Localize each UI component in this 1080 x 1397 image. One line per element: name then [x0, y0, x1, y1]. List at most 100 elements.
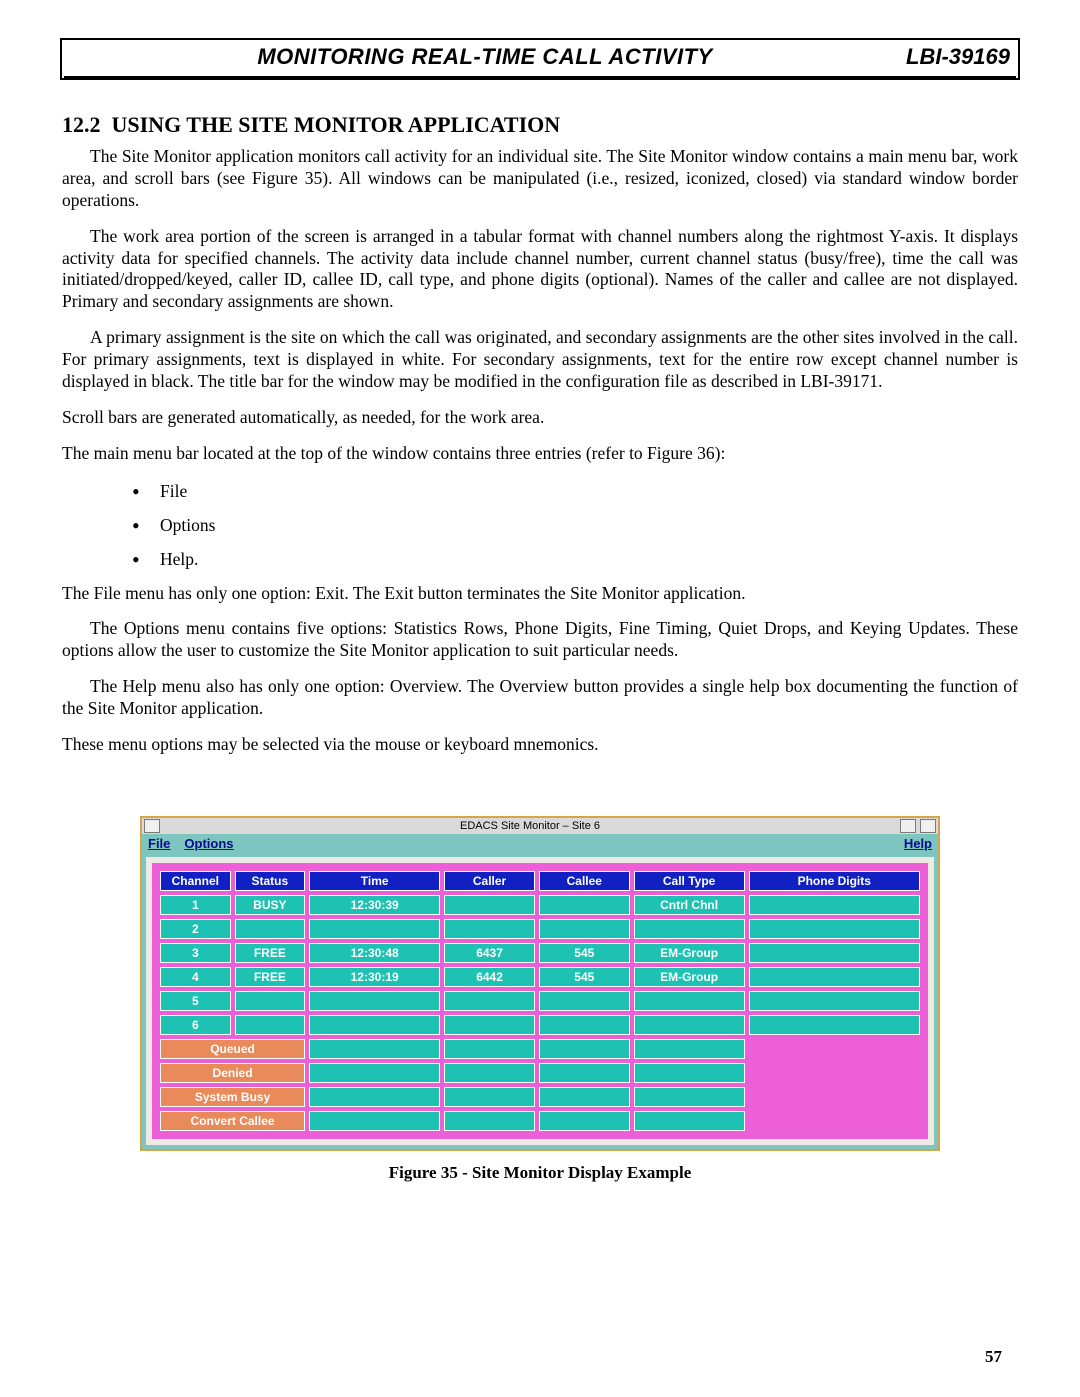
cell-status: [235, 919, 306, 939]
table-row[interactable]: 6: [160, 1015, 920, 1035]
status-blank: [749, 1111, 920, 1131]
titlebar[interactable]: EDACS Site Monitor – Site 6: [142, 818, 938, 834]
status-cell: [539, 1087, 630, 1107]
section-title: USING THE SITE MONITOR APPLICATION: [112, 112, 561, 137]
cell-type: [634, 1015, 745, 1035]
col-channel[interactable]: Channel: [160, 871, 231, 891]
titlebar-text: EDACS Site Monitor – Site 6: [162, 820, 898, 832]
status-label: Convert Callee: [160, 1111, 305, 1131]
cell-time: [309, 991, 440, 1011]
header-doc-id: LBI-39169: [906, 44, 1016, 70]
list-item: File: [132, 479, 1018, 505]
cell-time: 12:30:39: [309, 895, 440, 915]
cell-caller: 6437: [444, 943, 535, 963]
table-row[interactable]: 3FREE12:30:486437545EM-Group: [160, 943, 920, 963]
maximize-icon[interactable]: [920, 819, 936, 833]
list-item: Help.: [132, 547, 1018, 573]
work-area: Channel Status Time Caller Callee Call T…: [146, 857, 934, 1145]
table-row[interactable]: 4FREE12:30:196442545EM-Group: [160, 967, 920, 987]
status-blank: [749, 1063, 920, 1083]
menu-file[interactable]: File: [148, 836, 170, 851]
cell-status: BUSY: [235, 895, 306, 915]
col-time[interactable]: Time: [309, 871, 440, 891]
cell-type: EM-Group: [634, 967, 745, 987]
list-item: Options: [132, 513, 1018, 539]
status-cell: [634, 1087, 745, 1107]
table-row[interactable]: 1BUSY12:30:39Cntrl Chnl: [160, 895, 920, 915]
status-cell: [444, 1111, 535, 1131]
paragraph: The Site Monitor application monitors ca…: [62, 146, 1018, 212]
status-cell: [539, 1039, 630, 1059]
cell-caller: [444, 895, 535, 915]
status-row: Convert Callee: [160, 1111, 920, 1131]
cell-digits: [749, 943, 920, 963]
cell-ch: 6: [160, 1015, 231, 1035]
table-row[interactable]: 5: [160, 991, 920, 1011]
paragraph: Scroll bars are generated automatically,…: [62, 407, 1018, 429]
cell-callee: [539, 895, 630, 915]
status-row: System Busy: [160, 1087, 920, 1107]
menu-help[interactable]: Help: [904, 836, 932, 851]
paragraph: These menu options may be selected via t…: [62, 734, 1018, 756]
page-number: 57: [985, 1347, 1002, 1367]
cell-type: Cntrl Chnl: [634, 895, 745, 915]
status-blank: [749, 1039, 920, 1059]
paragraph: The File menu has only one option: Exit.…: [62, 583, 1018, 605]
page-header: MONITORING REAL-TIME CALL ACTIVITY LBI-3…: [64, 40, 1016, 78]
status-cell: [634, 1063, 745, 1083]
cell-ch: 2: [160, 919, 231, 939]
cell-digits: [749, 919, 920, 939]
cell-type: EM-Group: [634, 943, 745, 963]
status-cell: [539, 1063, 630, 1083]
paragraph: The Help menu also has only one option: …: [62, 676, 1018, 720]
status-cell: [309, 1039, 440, 1059]
cell-status: [235, 1015, 306, 1035]
col-callee[interactable]: Callee: [539, 871, 630, 891]
cell-caller: [444, 1015, 535, 1035]
paragraph: The Options menu contains five options: …: [62, 618, 1018, 662]
col-call-type[interactable]: Call Type: [634, 871, 745, 891]
status-cell: [309, 1063, 440, 1083]
header-title: MONITORING REAL-TIME CALL ACTIVITY: [64, 44, 906, 70]
channel-table: Channel Status Time Caller Callee Call T…: [156, 867, 924, 1135]
site-monitor-window: EDACS Site Monitor – Site 6 File Options…: [140, 816, 940, 1151]
cell-callee: [539, 919, 630, 939]
cell-caller: [444, 919, 535, 939]
cell-digits: [749, 895, 920, 915]
cell-status: FREE: [235, 967, 306, 987]
cell-digits: [749, 967, 920, 987]
window-menu-icon[interactable]: [144, 819, 160, 833]
table-row[interactable]: 2: [160, 919, 920, 939]
status-row: Denied: [160, 1063, 920, 1083]
menu-options[interactable]: Options: [184, 836, 233, 851]
cell-caller: 6442: [444, 967, 535, 987]
col-status[interactable]: Status: [235, 871, 306, 891]
cell-ch: 5: [160, 991, 231, 1011]
cell-callee: 545: [539, 967, 630, 987]
menu-list: File Options Help.: [62, 479, 1018, 573]
section-number: 12.2: [62, 112, 101, 137]
cell-time: [309, 919, 440, 939]
col-phone-digits[interactable]: Phone Digits: [749, 871, 920, 891]
cell-type: [634, 919, 745, 939]
paragraph: The work area portion of the screen is a…: [62, 226, 1018, 314]
cell-time: 12:30:19: [309, 967, 440, 987]
status-blank: [749, 1087, 920, 1107]
paragraph: The main menu bar located at the top of …: [62, 443, 1018, 465]
col-caller[interactable]: Caller: [444, 871, 535, 891]
status-cell: [634, 1111, 745, 1131]
cell-ch: 3: [160, 943, 231, 963]
status-cell: [444, 1087, 535, 1107]
minimize-icon[interactable]: [900, 819, 916, 833]
status-cell: [634, 1039, 745, 1059]
cell-ch: 4: [160, 967, 231, 987]
status-label: Queued: [160, 1039, 305, 1059]
section-heading: 12.2 USING THE SITE MONITOR APPLICATION: [62, 112, 1018, 138]
status-cell: [309, 1087, 440, 1107]
cell-time: [309, 1015, 440, 1035]
status-label: System Busy: [160, 1087, 305, 1107]
figure-caption: Figure 35 - Site Monitor Display Example: [140, 1163, 940, 1183]
cell-time: 12:30:48: [309, 943, 440, 963]
cell-callee: [539, 1015, 630, 1035]
status-cell: [309, 1111, 440, 1131]
